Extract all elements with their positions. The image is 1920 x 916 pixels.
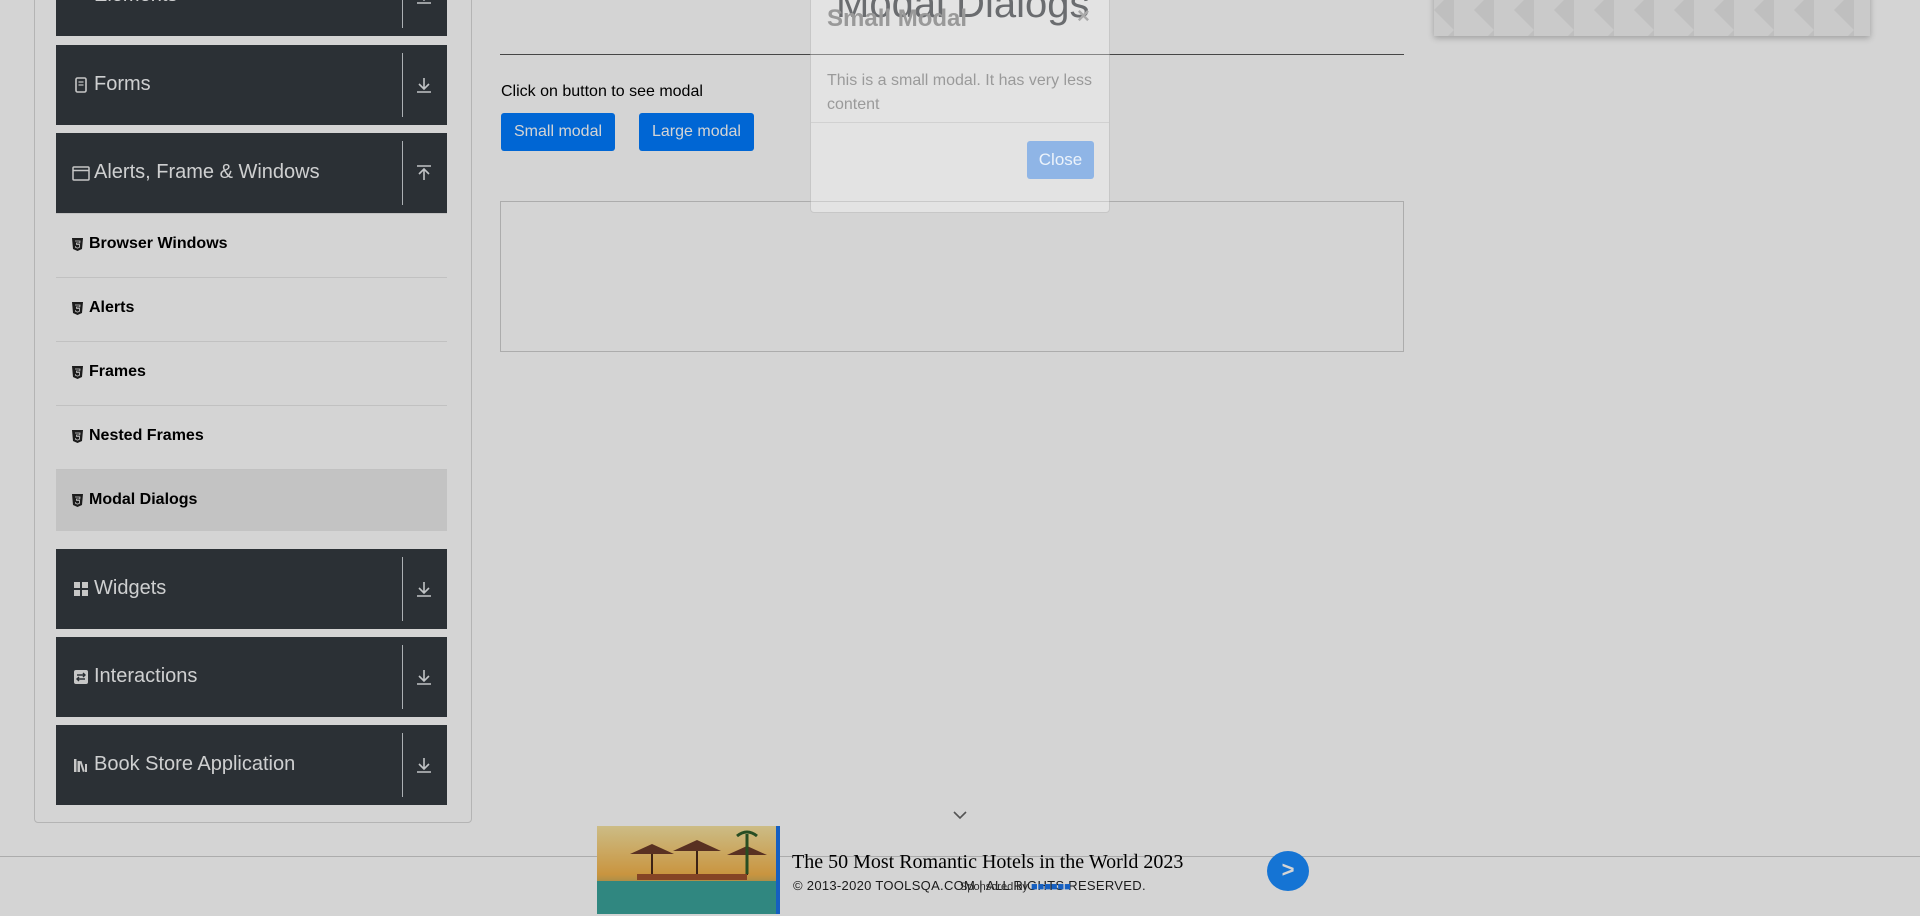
- close-button[interactable]: Close: [1027, 141, 1094, 179]
- divider: [811, 122, 1109, 123]
- close-icon[interactable]: ×: [1077, 3, 1090, 29]
- small-modal: Small Modal × This is a small modal. It …: [810, 0, 1110, 213]
- modal-header: Small Modal ×: [811, 0, 1109, 49]
- modal-body-text: This is a small modal. It has very less …: [827, 72, 1092, 113]
- modal-title: Small Modal: [827, 5, 968, 32]
